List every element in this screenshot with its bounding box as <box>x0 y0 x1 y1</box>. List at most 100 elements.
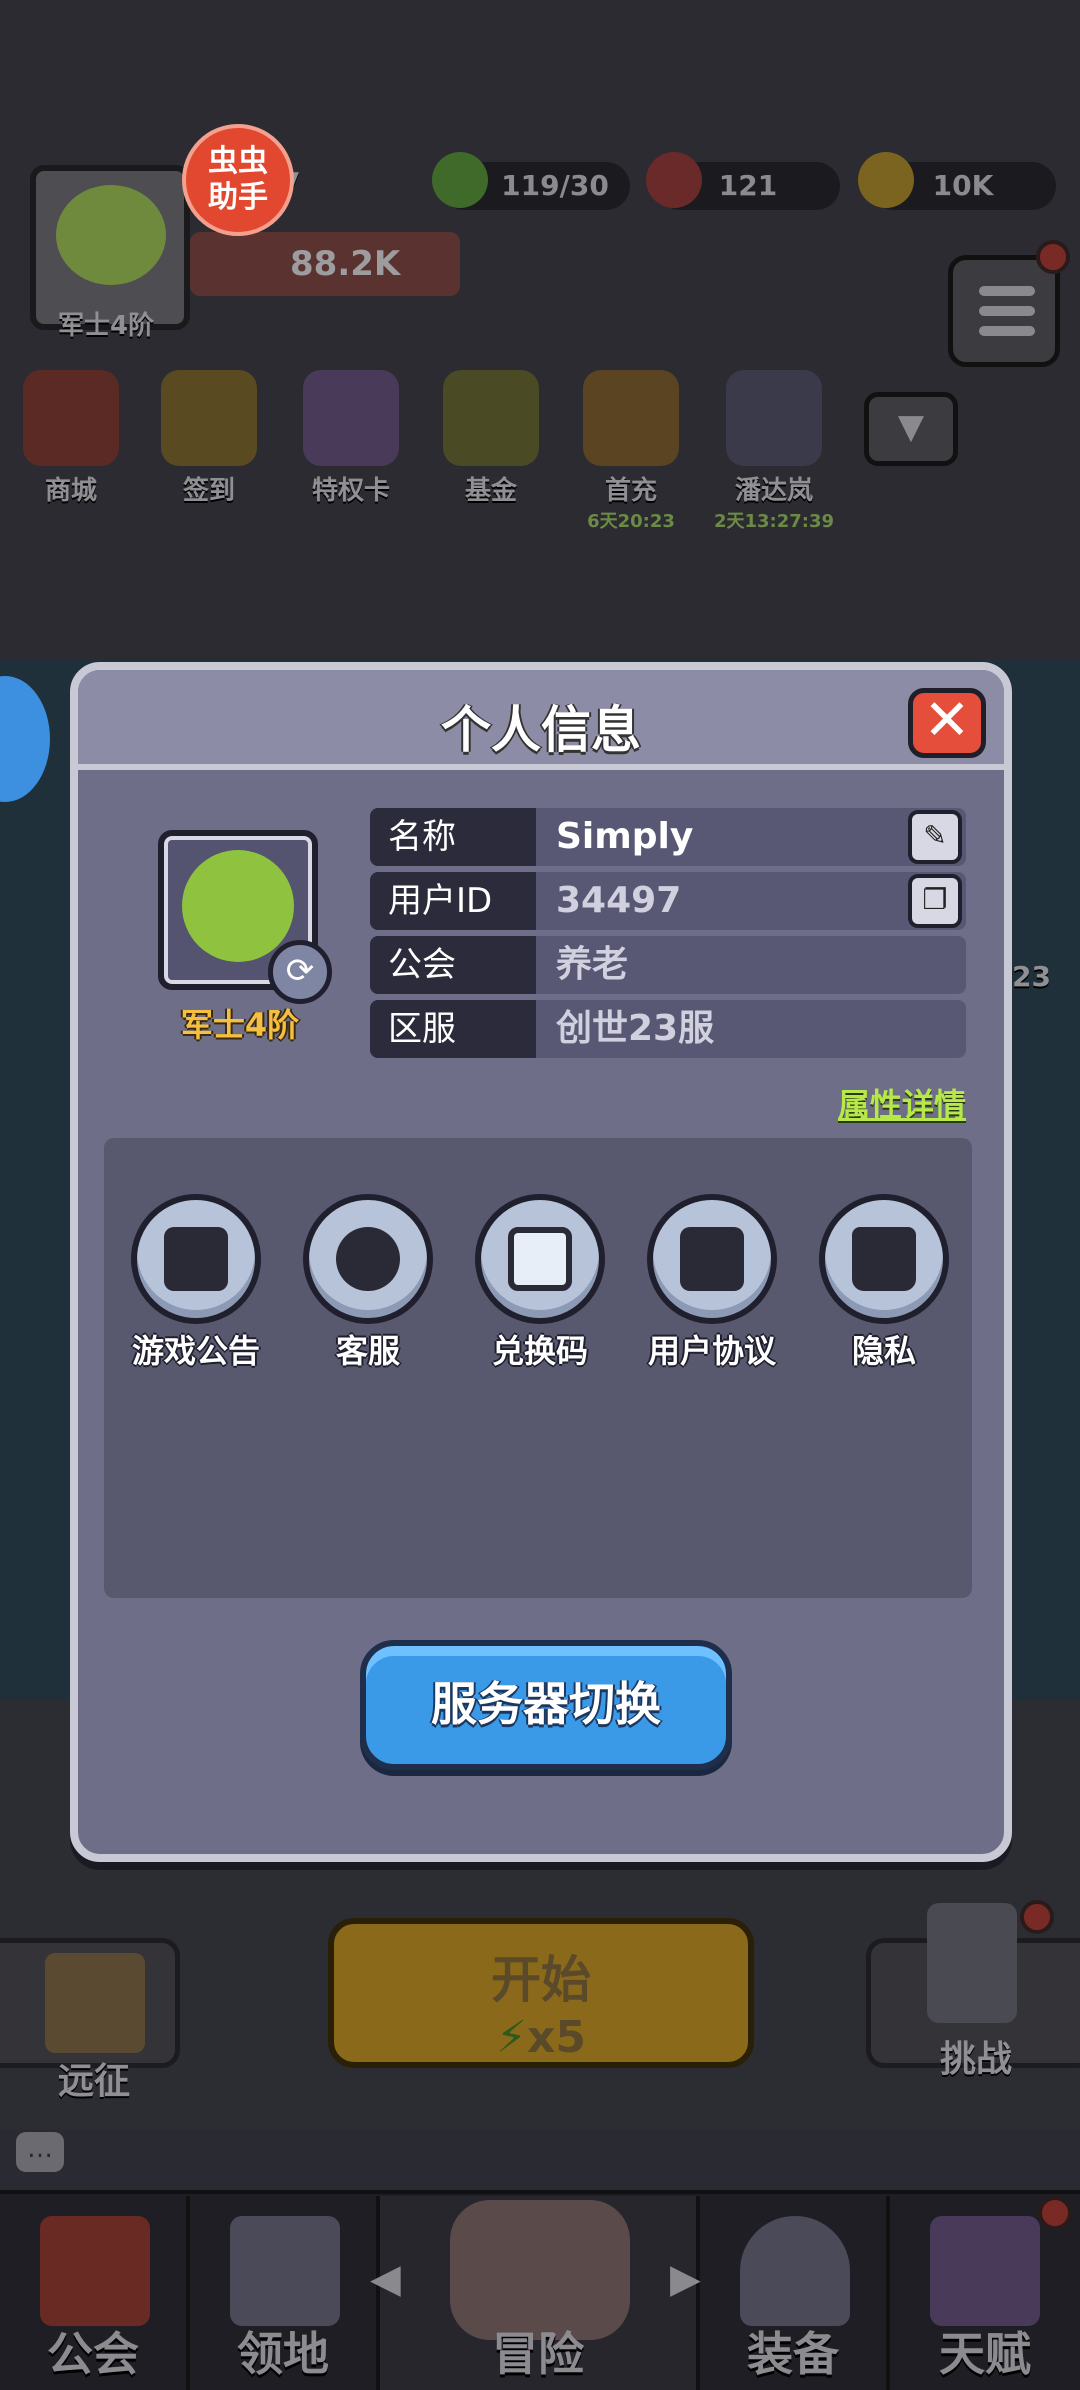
shop-label: 基金 <box>464 476 517 506</box>
start-cost-value: x5 <box>526 2012 586 2063</box>
edit-name-button[interactable]: ✎ <box>908 810 962 864</box>
calendar-icon <box>161 370 257 466</box>
server-switch-button[interactable]: 服务器切换 <box>360 1640 732 1770</box>
start-button[interactable]: 开始 ⚡x5 <box>328 1918 754 2068</box>
announcement-icon <box>131 1194 261 1324</box>
modal-title: 个人信息 <box>441 701 641 759</box>
close-icon: ✕ <box>923 688 971 753</box>
shop-item-pandalan[interactable]: 潘达岚 2天13:27:39 <box>712 370 836 533</box>
attribute-details-link[interactable]: 属性详情 <box>838 1080 966 1126</box>
start-cost: ⚡x5 <box>334 2012 748 2063</box>
info-key: 公会 <box>370 936 536 994</box>
energy-icon: ⚡ <box>496 2012 527 2063</box>
func-label: 客服 <box>335 1332 400 1370</box>
gift-code-icon <box>475 1194 605 1324</box>
announcement-glyph <box>164 1227 228 1291</box>
nav-adventure[interactable]: ◀ ▶ 冒险 <box>370 2196 701 2390</box>
info-key: 区服 <box>370 1000 536 1058</box>
chevron-down-icon: ▼ <box>897 407 925 447</box>
vip-card-icon <box>303 370 399 466</box>
user-agreement-icon <box>647 1194 777 1324</box>
notification-dot <box>1038 2196 1072 2230</box>
shop-item-checkin[interactable]: 签到 <box>154 370 264 507</box>
document-glyph <box>680 1227 744 1291</box>
power-bar: 88.2K <box>190 232 460 296</box>
chongchong-label: 虫虫 助手 <box>208 144 268 215</box>
notification-dot <box>1036 240 1070 274</box>
sword-icon <box>927 1903 1017 2023</box>
change-avatar-button[interactable]: ⟳ <box>268 940 332 1004</box>
power-value: 88.2K <box>290 244 401 284</box>
shop-label: 首充 <box>604 476 657 506</box>
profile-rank: 军士4阶 <box>180 1006 300 1044</box>
expedition-label: 远征 <box>58 2061 131 2102</box>
shop-timer: 2天13:27:39 <box>713 511 835 532</box>
lock-icon <box>819 1194 949 1324</box>
orc-avatar-icon <box>56 185 166 285</box>
func-label: 用户协议 <box>647 1332 776 1370</box>
background-top <box>0 0 1080 660</box>
info-row-server: 区服 创世23服 <box>370 1000 966 1058</box>
func-customer-service[interactable]: 客服 <box>288 1194 448 1372</box>
refresh-icon: ⟳ <box>285 951 315 991</box>
challenge-label: 挑战 <box>940 2039 1013 2080</box>
func-announcement[interactable]: 游戏公告 <box>116 1194 276 1372</box>
stamina-plus-icon[interactable] <box>432 152 488 208</box>
expedition-button[interactable] <box>0 1938 180 2068</box>
info-row-name: 名称 Simply ✎ <box>370 808 966 866</box>
chongchong-assistant-badge[interactable]: 虫虫 助手 <box>182 124 294 236</box>
shop-item-first-charge[interactable]: 首充 6天20:23 <box>576 370 686 533</box>
player-name-value: Simply <box>536 808 966 866</box>
nav-label: 天赋 <box>939 2327 1031 2381</box>
notification-dot <box>1020 1900 1054 1934</box>
chevron-right-icon[interactable]: ▶ <box>670 2256 701 2302</box>
shop-label: 特权卡 <box>311 476 390 506</box>
func-user-agreement[interactable]: 用户协议 <box>632 1194 792 1372</box>
shop-item-fund[interactable]: 基金 <box>436 370 546 507</box>
menu-icon-line <box>979 306 1035 316</box>
spellbook-icon <box>930 2216 1040 2326</box>
shop-label: 商城 <box>44 476 97 506</box>
func-redeem-code[interactable]: 兑换码 <box>460 1194 620 1372</box>
menu-button[interactable] <box>948 255 1060 367</box>
nav-equipment[interactable]: 装备 <box>700 2196 890 2390</box>
start-label: 开始 <box>491 1951 591 2009</box>
nav-territory[interactable]: 领地 <box>190 2196 380 2390</box>
helmet-icon <box>740 2216 850 2326</box>
guild-banner-icon <box>40 2216 150 2326</box>
expand-button[interactable]: ▼ <box>864 392 958 466</box>
hud-rank: 军士4阶 <box>58 311 155 341</box>
shop-item-privilege[interactable]: 特权卡 <box>296 370 406 507</box>
nav-label: 公会 <box>47 2327 139 2381</box>
gems-value: 121 <box>718 169 778 202</box>
lock-glyph <box>852 1227 916 1291</box>
gold-value: 10K <box>932 169 994 202</box>
chat-button[interactable]: … <box>16 2132 64 2172</box>
shop-timer: 6天20:23 <box>587 511 675 532</box>
castle-icon <box>230 2216 340 2326</box>
orc-avatar-icon <box>182 850 294 962</box>
chat-bubble-icon: … <box>27 2134 53 2164</box>
customer-service-icon <box>303 1194 433 1324</box>
guild-value: 养老 <box>536 936 966 994</box>
chevron-left-icon[interactable]: ◀ <box>370 2256 401 2302</box>
shop-label: 潘达岚 <box>734 476 813 506</box>
nav-label: 领地 <box>237 2327 329 2381</box>
close-button[interactable]: ✕ <box>908 688 986 758</box>
copy-id-button[interactable]: ❐ <box>908 874 962 928</box>
gold-plus-icon[interactable] <box>858 152 914 208</box>
info-key: 名称 <box>370 808 536 866</box>
func-label: 游戏公告 <box>131 1332 260 1370</box>
nav-guild[interactable]: 公会 <box>0 2196 190 2390</box>
nav-label: 冒险 <box>492 2327 584 2381</box>
shop-item-store[interactable]: 商城 <box>16 370 126 507</box>
info-key: 用户ID <box>370 872 536 930</box>
menu-icon <box>979 286 1035 296</box>
func-privacy[interactable]: 隐私 <box>804 1194 964 1372</box>
fund-icon <box>443 370 539 466</box>
gem-plus-icon[interactable] <box>646 152 702 208</box>
nav-label: 装备 <box>747 2327 839 2381</box>
shop-label: 签到 <box>182 476 235 506</box>
headset-glyph <box>336 1227 400 1291</box>
copy-icon: ❐ <box>922 883 948 916</box>
